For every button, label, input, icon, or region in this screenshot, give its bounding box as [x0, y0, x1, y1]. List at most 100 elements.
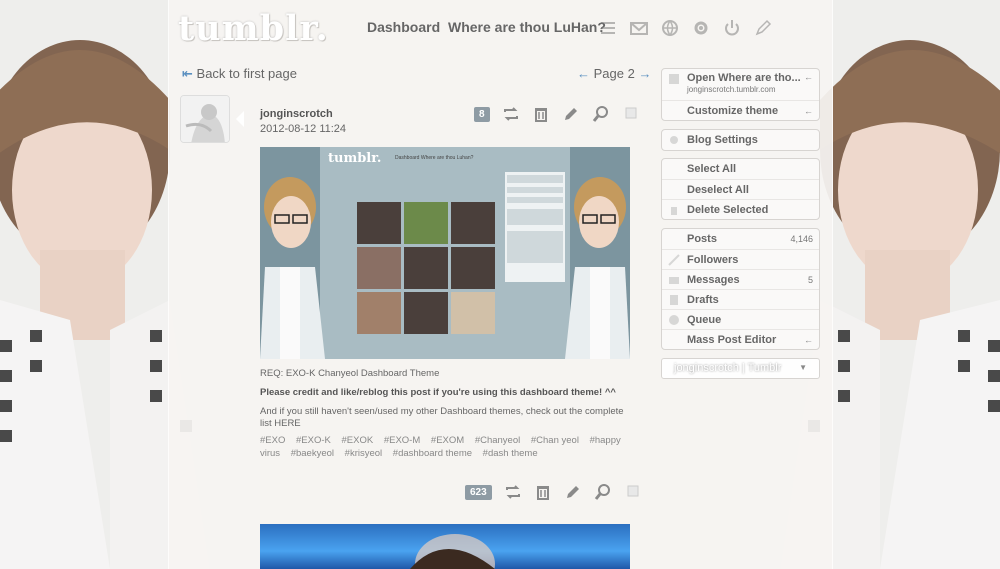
post-photo[interactable]: tumblr. Dashboard Where are thou Luhan?	[260, 147, 630, 359]
tag-link[interactable]: #Chan yeol	[531, 435, 579, 446]
user-avatar[interactable]	[180, 95, 230, 143]
sidebar-item-queue[interactable]: Queue	[662, 309, 819, 329]
header-icon-bar	[598, 18, 773, 38]
tag-link[interactable]: #dashboard theme	[393, 448, 472, 459]
post-controls: 8	[474, 105, 640, 123]
sidebar-blog-title: Open Where are tho...	[687, 72, 801, 84]
tag-link[interactable]: #EXO-M	[384, 435, 420, 446]
sidebar-customize-theme[interactable]: Customize theme ←	[662, 100, 819, 120]
delete-icon[interactable]	[534, 483, 552, 501]
sidebar-mass-editor-label: Mass Post Editor	[687, 333, 777, 346]
tag-link[interactable]: #baekyeol	[291, 448, 334, 459]
left-arrow-icon: ←	[804, 105, 813, 116]
tag-link[interactable]: #EXOM	[431, 435, 464, 446]
left-arrow-icon: ←	[804, 334, 813, 345]
post-tags: #EXO #EXO-K #EXOK #EXO-M #EXOM #Chanyeol…	[260, 434, 640, 460]
gear-icon[interactable]	[691, 18, 711, 38]
select-checkbox-icon[interactable]	[624, 483, 642, 501]
sidebar-deselect-all[interactable]: Deselect All	[662, 179, 819, 199]
back-to-first-page-label: Back to first page	[196, 66, 297, 81]
drafts-icon	[668, 294, 680, 306]
post-pointer	[236, 111, 244, 127]
svg-text:Dashboard Where are thou Luh: Dashboard Where are thou Luhan?	[395, 155, 474, 161]
sidebar-selection-box: Select All Deselect All Delete Selected	[661, 158, 820, 220]
sidebar-blog-box: Open Where are tho... jonginscrotch.tumb…	[661, 68, 820, 121]
post-username[interactable]: jonginscrotch	[260, 108, 333, 120]
zoom-icon[interactable]	[592, 105, 610, 123]
note-count-badge[interactable]: 8	[474, 106, 490, 122]
svg-text:tumblr.: tumblr.	[328, 151, 381, 166]
trash-icon	[668, 204, 680, 216]
sidebar-item-mass-post-editor[interactable]: Mass Post Editor ←	[662, 329, 819, 349]
sidebar-messages-label: Messages	[687, 273, 740, 286]
chevron-down-icon: ▼	[799, 363, 807, 372]
sidebar-posts-label: Posts	[687, 233, 717, 245]
settings-icon	[668, 134, 680, 146]
sidebar-item-posts[interactable]: Posts 4,146	[662, 229, 819, 249]
post2-controls: 623	[465, 483, 642, 501]
tag-link[interactable]: #EXO-K	[296, 435, 331, 446]
post-date: 2012-08-12 11:24	[260, 123, 347, 135]
sidebar-blog-title-wrap: Open Where are tho... jonginscrotch.tumb…	[687, 72, 801, 94]
power-icon[interactable]	[722, 18, 742, 38]
reblog-icon[interactable]	[502, 105, 520, 123]
edit-icon[interactable]	[564, 483, 582, 501]
reblog-icon[interactable]	[504, 483, 522, 501]
posts-count: 4,146	[790, 234, 813, 244]
sidebar-select-all[interactable]: Select All	[662, 159, 819, 179]
sidebar-item-messages[interactable]: Messages 5	[662, 269, 819, 289]
zoom-icon[interactable]	[594, 483, 612, 501]
sidebar-open-blog[interactable]: Open Where are tho... jonginscrotch.tumb…	[662, 69, 819, 100]
back-to-first-page-link[interactable]: ⇤ Back to first page	[182, 66, 297, 82]
list-icon[interactable]	[598, 18, 618, 38]
select-checkbox-icon[interactable]	[622, 105, 640, 123]
sidebar-queue-label: Queue	[687, 313, 722, 326]
tumblr-logo[interactable]: tumblr.	[178, 8, 329, 49]
sidebar-drafts-label: Drafts	[687, 293, 719, 306]
sidebar-item-drafts[interactable]: Drafts	[662, 289, 819, 309]
pencil-icon[interactable]	[753, 18, 773, 38]
sidebar-delete-selected-label: Delete Selected	[687, 203, 769, 216]
tag-link[interactable]: #krisyeol	[345, 448, 383, 459]
sidebar-stats-box: Posts 4,146 Followers Messages 5 Drafts …	[661, 228, 820, 350]
page-number-label: Page 2	[593, 66, 635, 81]
prev-page-arrow-icon[interactable]: ←	[577, 66, 590, 81]
nav-dashboard-link[interactable]: Dashboard	[367, 19, 440, 35]
tag-link[interactable]: #Chanyeol	[475, 435, 520, 446]
sidebar-settings-box: Blog Settings	[661, 129, 820, 151]
post-caption-credit-text: Please credit and like/reblog this post …	[260, 387, 616, 398]
queue-icon	[668, 314, 680, 326]
sidebar-customize-label: Customize theme	[687, 104, 779, 117]
post-caption-credit: Please credit and like/reblog this post …	[260, 387, 630, 399]
note-count-badge[interactable]: 623	[465, 484, 492, 500]
nav-blog-link[interactable]: Where are thou LuHan?	[448, 19, 606, 35]
post2-photo[interactable]	[260, 524, 630, 569]
tag-link[interactable]: #EXOK	[342, 435, 374, 446]
sidebar-select-all-label: Select All	[687, 163, 737, 175]
sidebar-blog-url: jonginscrotch.tumblr.com	[687, 85, 776, 94]
delete-icon[interactable]	[532, 105, 550, 123]
page-indicator[interactable]: ← Page 2 →	[577, 66, 651, 81]
messages-icon	[668, 274, 680, 286]
followers-icon	[668, 254, 680, 266]
next-page-arrow-icon[interactable]: →	[638, 66, 651, 81]
mail-icon[interactable]	[629, 18, 649, 38]
sidebar-blog-settings[interactable]: Blog Settings	[662, 130, 819, 150]
post-caption-more: And if you still haven't seen/used my ot…	[260, 406, 624, 429]
left-arrow-icon: ←	[804, 72, 813, 82]
tag-link[interactable]: #dash theme	[483, 448, 538, 459]
post-caption-request: REQ: EXO-K Chanyeol Dashboard Theme	[260, 368, 440, 379]
globe-icon[interactable]	[660, 18, 680, 38]
messages-count: 5	[807, 274, 813, 285]
sidebar-blog-settings-label: Blog Settings	[687, 134, 758, 146]
blog-search-dropdown[interactable]: jonginscrotch | Tumblr ▼	[661, 358, 820, 379]
sidebar-item-followers[interactable]: Followers	[662, 249, 819, 269]
blog-search-placeholder: jonginscrotch | Tumblr	[674, 362, 782, 374]
tag-link[interactable]: #EXO	[260, 435, 285, 446]
edit-icon[interactable]	[562, 105, 580, 123]
sidebar-delete-selected[interactable]: Delete Selected	[662, 199, 819, 219]
back-arrow-icon: ⇤	[182, 66, 193, 81]
sidebar-deselect-all-label: Deselect All	[687, 183, 749, 196]
sidebar-followers-label: Followers	[687, 253, 739, 266]
blog-icon	[668, 73, 680, 85]
